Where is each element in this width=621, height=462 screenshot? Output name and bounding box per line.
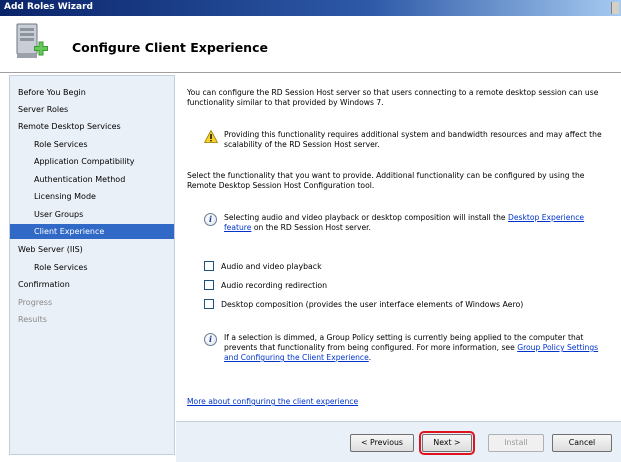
- audio-recording-redirection-option[interactable]: Audio recording redirection: [204, 280, 327, 292]
- sidebar-item-confirmation[interactable]: Confirmation: [10, 277, 174, 292]
- sidebar-item-client-experience[interactable]: Client Experience: [10, 224, 174, 239]
- audio-video-playback-checkbox[interactable]: [204, 261, 214, 271]
- sidebar-item-role-services[interactable]: Role Services: [10, 137, 174, 152]
- sidebar-item-user-groups[interactable]: User Groups: [10, 207, 174, 222]
- server-add-icon: [16, 23, 48, 58]
- sidebar-item-authentication-method[interactable]: Authentication Method: [10, 172, 174, 187]
- page-title: Configure Client Experience: [72, 40, 268, 55]
- desktop-composition-label[interactable]: Desktop composition (provides the user i…: [221, 300, 523, 309]
- sidebar-item-before-you-begin[interactable]: Before You Begin: [10, 85, 174, 100]
- wizard-footer: < Previous Next > Install Cancel: [176, 421, 621, 462]
- title-bar[interactable]: Add Roles Wizard: [0, 0, 621, 16]
- warning-icon: [204, 130, 218, 143]
- audio-video-playback-option[interactable]: Audio and video playback: [204, 261, 322, 273]
- audio-video-playback-label[interactable]: Audio and video playback: [221, 262, 322, 271]
- window-title: Add Roles Wizard: [4, 2, 93, 12]
- desktop-composition-option[interactable]: Desktop composition (provides the user i…: [204, 299, 523, 311]
- content-pane: You can configure the RD Session Host se…: [176, 75, 621, 421]
- group-policy-note: If a selection is dimmed, a Group Policy…: [224, 333, 614, 363]
- group-policy-note-end: .: [368, 353, 372, 362]
- audio-recording-redirection-checkbox[interactable]: [204, 280, 214, 290]
- sidebar-item-remote-desktop-services[interactable]: Remote Desktop Services: [10, 119, 174, 134]
- title-bar-edge: [611, 2, 619, 14]
- desktop-experience-note: Selecting audio and video playback or de…: [224, 213, 612, 233]
- sidebar-item-results: Results: [18, 315, 47, 324]
- next-button[interactable]: Next >: [419, 431, 475, 455]
- warning-text: Providing this functionality requires ad…: [224, 130, 602, 149]
- sidebar-item-application-compatibility[interactable]: Application Compatibility: [10, 154, 174, 169]
- sidebar-item-iis-role-services[interactable]: Role Services: [10, 260, 174, 275]
- previous-button[interactable]: < Previous: [350, 434, 414, 452]
- sidebar-item-web-server-iis[interactable]: Web Server (IIS): [10, 242, 174, 257]
- sidebar-item-server-roles[interactable]: Server Roles: [10, 102, 174, 117]
- install-button: Install: [488, 434, 544, 452]
- sidebar-item-progress: Progress: [18, 298, 53, 307]
- info-icon-group-policy: i: [204, 333, 217, 346]
- audio-recording-redirection-label[interactable]: Audio recording redirection: [221, 281, 327, 290]
- info-icon: i: [204, 213, 217, 226]
- more-about-link[interactable]: More about configuring the client experi…: [187, 397, 358, 407]
- sidebar-item-licensing-mode[interactable]: Licensing Mode: [10, 189, 174, 204]
- desktop-experience-note-end: on the RD Session Host server.: [251, 223, 371, 232]
- desktop-experience-note-text: Selecting audio and video playback or de…: [224, 213, 509, 222]
- select-instructions: Select the functionality that you want t…: [187, 171, 585, 190]
- desktop-composition-checkbox[interactable]: [204, 299, 214, 309]
- wizard-steps-sidebar: Before You Begin Server Roles Remote Des…: [9, 75, 175, 455]
- intro-text: You can configure the RD Session Host se…: [187, 88, 599, 107]
- wizard-header: Configure Client Experience: [0, 16, 621, 73]
- cancel-button[interactable]: Cancel: [552, 434, 612, 452]
